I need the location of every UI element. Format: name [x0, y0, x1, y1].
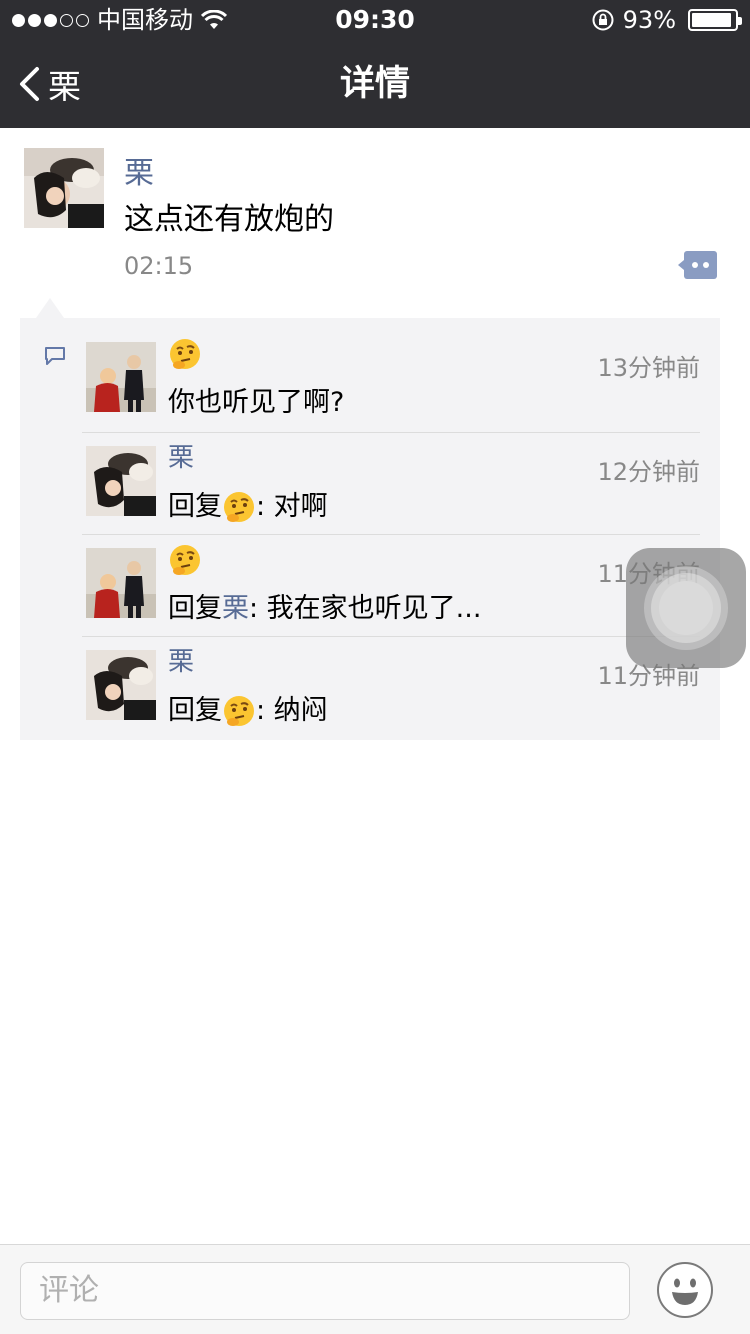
commenter-avatar[interactable] — [86, 548, 156, 618]
commenter-name-emoji[interactable] — [168, 544, 202, 576]
navigation-bar: 栗 详情 — [0, 40, 750, 128]
back-button-label: 栗 — [48, 67, 81, 106]
thinking-face-emoji-icon — [222, 491, 256, 525]
comment-action-button[interactable] — [678, 250, 718, 280]
comment-item[interactable]: 栗 11分钟前 回复: 纳闷 — [82, 636, 700, 738]
post-timestamp: 02:15 — [124, 252, 194, 280]
comment-text: 你也听见了啊? — [168, 387, 345, 418]
page-title: 详情 — [339, 64, 410, 104]
emoji-smiley-icon[interactable] — [656, 1261, 714, 1319]
comment-item[interactable]: 栗 12分钟前 回复: 对啊 — [82, 432, 700, 534]
reply-to-name[interactable]: 栗 — [222, 593, 249, 624]
commenter-name[interactable]: 栗 — [168, 442, 194, 474]
comments-pointer — [36, 298, 64, 318]
comment-timestamp: 13分钟前 — [597, 354, 700, 382]
battery-percentage: 93% — [622, 6, 676, 34]
comment-timestamp: 12分钟前 — [597, 458, 700, 486]
post-author-name[interactable]: 栗 — [124, 148, 154, 192]
commenter-name-emoji[interactable] — [168, 338, 202, 370]
comment-text: 回复: 对啊 — [168, 484, 328, 525]
assistive-touch-button[interactable] — [626, 548, 746, 668]
comment-text: 回复栗: 我在家也听见了... — [168, 593, 482, 624]
comment-bubble-icon — [45, 347, 65, 365]
rotation-lock-icon — [592, 9, 614, 31]
comment-input-bar: 评论 — [0, 1244, 750, 1334]
status-bar: 中国移动 09:30 93% — [0, 0, 750, 40]
post-text: 这点还有放炮的 — [124, 202, 334, 237]
comment-input[interactable]: 评论 — [20, 1262, 630, 1320]
chevron-left-icon — [20, 67, 39, 101]
author-avatar[interactable] — [24, 148, 104, 228]
comments-panel: 13分钟前 你也听见了啊? 栗 12分钟前 回复: 对啊 回复栗: 我在家也听见… — [20, 318, 720, 740]
commenter-avatar[interactable] — [86, 446, 156, 516]
comment-item[interactable]: 13分钟前 你也听见了啊? — [82, 328, 700, 430]
thinking-face-emoji-icon — [222, 695, 256, 729]
commenter-name[interactable]: 栗 — [168, 646, 194, 678]
comment-item[interactable]: 11分钟前 回复栗: 我在家也听见了... — [82, 534, 700, 636]
back-button[interactable]: 栗 — [18, 40, 81, 128]
commenter-avatar[interactable] — [86, 342, 156, 412]
commenter-avatar[interactable] — [86, 650, 156, 720]
thinking-face-emoji-icon — [168, 544, 202, 578]
comment-text: 回复: 纳闷 — [168, 688, 328, 729]
battery-icon — [688, 9, 742, 31]
thinking-face-emoji-icon — [168, 338, 202, 372]
